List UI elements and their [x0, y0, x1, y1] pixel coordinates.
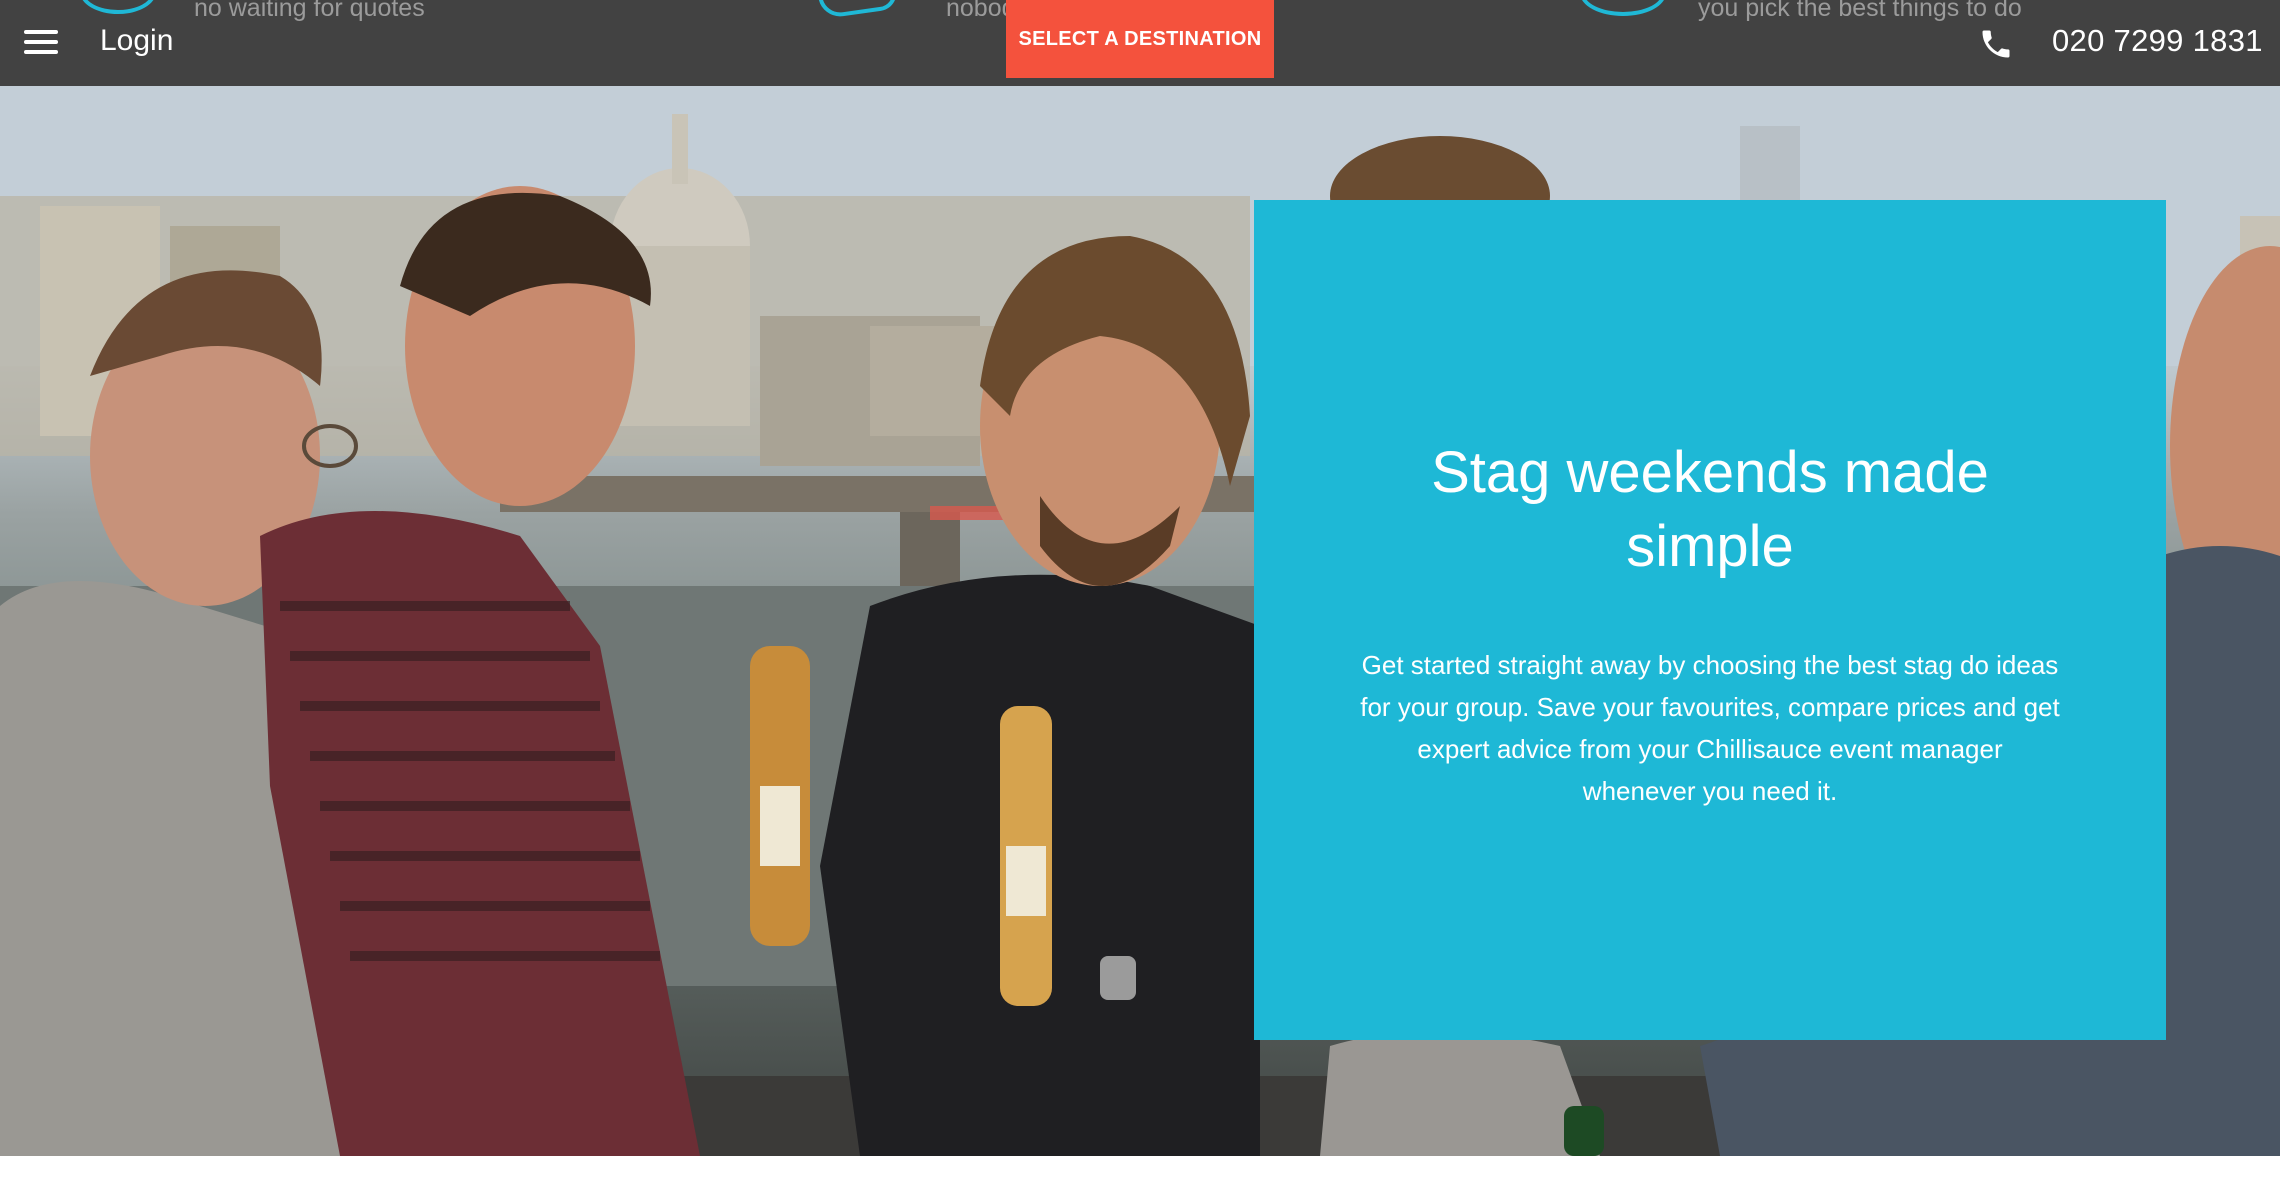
bottle-label: [1006, 846, 1046, 916]
cathedral-spire: [672, 114, 688, 184]
feature-text-activities: you pick the best things to do: [1698, 0, 2022, 22]
background-man-body: [1320, 1031, 1600, 1156]
hero-description: Get started straight away by choosing th…: [1360, 650, 2060, 806]
top-navigation-bar: no waiting for quotes nobody will be out…: [0, 0, 2280, 86]
intro-panel: Stag weekends made simple Get started st…: [1254, 200, 2166, 1040]
wallet-feature-icon: [815, 0, 899, 20]
menu-icon-line: [24, 40, 58, 44]
phone-number[interactable]: 020 7299 1831: [2052, 23, 2263, 59]
hero-section: Stag weekends made simple Get started st…: [0, 86, 2280, 1156]
activity-feature-icon: [1580, 0, 1666, 16]
bottle-label: [760, 786, 800, 866]
hero-title: Stag weekends made simple: [1431, 440, 1989, 579]
menu-icon[interactable]: [24, 26, 60, 56]
login-link[interactable]: Login: [100, 24, 173, 58]
green-beer-bottle: [1564, 1106, 1604, 1156]
feature-text-quotes: no waiting for quotes: [194, 0, 425, 22]
quote-feature-icon: [80, 0, 156, 14]
select-destination-button[interactable]: SELECT A DESTINATION: [1006, 0, 1274, 78]
menu-icon-line: [24, 50, 58, 54]
wristwatch: [1100, 956, 1136, 1000]
menu-icon-line: [24, 30, 58, 34]
phone-icon[interactable]: [1978, 26, 2014, 62]
